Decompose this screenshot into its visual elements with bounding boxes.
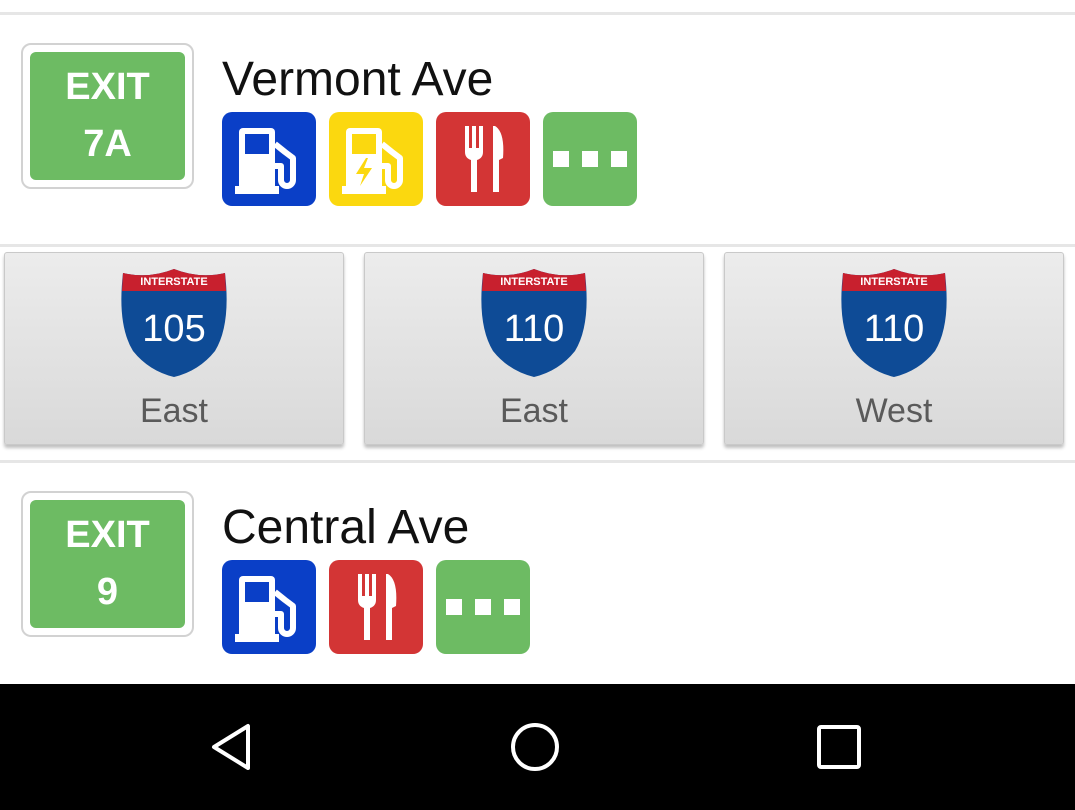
shield-banner: INTERSTATE xyxy=(860,276,927,288)
exit-label: EXIT xyxy=(65,66,150,108)
ramp-direction: East xyxy=(499,392,569,430)
ramp-direction: West xyxy=(855,392,933,430)
ramp-button-i110-east[interactable]: INTERSTATE 110 East xyxy=(364,252,704,445)
exit-sign: EXIT 7A xyxy=(21,43,194,189)
interstate-shield-icon: INTERSTATE 110 xyxy=(479,267,589,379)
exit-sign: EXIT 9 xyxy=(21,491,194,637)
ramp-button-i110-west[interactable]: INTERSTATE 110 West xyxy=(724,252,1064,445)
more-icon[interactable] xyxy=(543,112,637,206)
gas-station-icon[interactable] xyxy=(222,560,316,654)
exit-number: 9 xyxy=(96,571,119,613)
food-icon[interactable] xyxy=(436,112,530,206)
more-icon[interactable] xyxy=(436,560,530,654)
back-triangle-icon[interactable] xyxy=(172,707,292,787)
interstate-shield-icon: INTERSTATE 110 xyxy=(839,267,949,379)
exit-row-9[interactable]: EXIT 9 Central Ave xyxy=(0,462,1075,688)
ramp-direction: East xyxy=(139,392,209,430)
route-number: 110 xyxy=(503,308,565,350)
navigation-bar xyxy=(0,684,1075,810)
amenity-list xyxy=(222,112,637,206)
exit-row-7a[interactable]: EXIT 7A Vermont Ave xyxy=(0,14,1075,240)
exit-name: Vermont Ave xyxy=(222,53,494,106)
route-number: 110 xyxy=(863,308,925,350)
route-number: 105 xyxy=(142,308,206,350)
ramp-row: INTERSTATE 105 East INTERSTATE 110 East … xyxy=(0,246,1075,452)
ramp-button-i105-east[interactable]: INTERSTATE 105 East xyxy=(4,252,344,445)
home-circle-icon[interactable] xyxy=(475,707,595,787)
shield-banner: INTERSTATE xyxy=(140,276,207,288)
recents-square-icon[interactable] xyxy=(779,707,899,787)
food-icon[interactable] xyxy=(329,560,423,654)
amenity-list xyxy=(222,560,530,654)
exit-label: EXIT xyxy=(65,514,150,556)
exit-name: Central Ave xyxy=(222,501,470,554)
shield-banner: INTERSTATE xyxy=(500,276,567,288)
interstate-shield-icon: INTERSTATE 105 xyxy=(119,267,229,379)
gas-station-icon[interactable] xyxy=(222,112,316,206)
ev-charging-icon[interactable] xyxy=(329,112,423,206)
exit-number: 7A xyxy=(83,123,132,165)
